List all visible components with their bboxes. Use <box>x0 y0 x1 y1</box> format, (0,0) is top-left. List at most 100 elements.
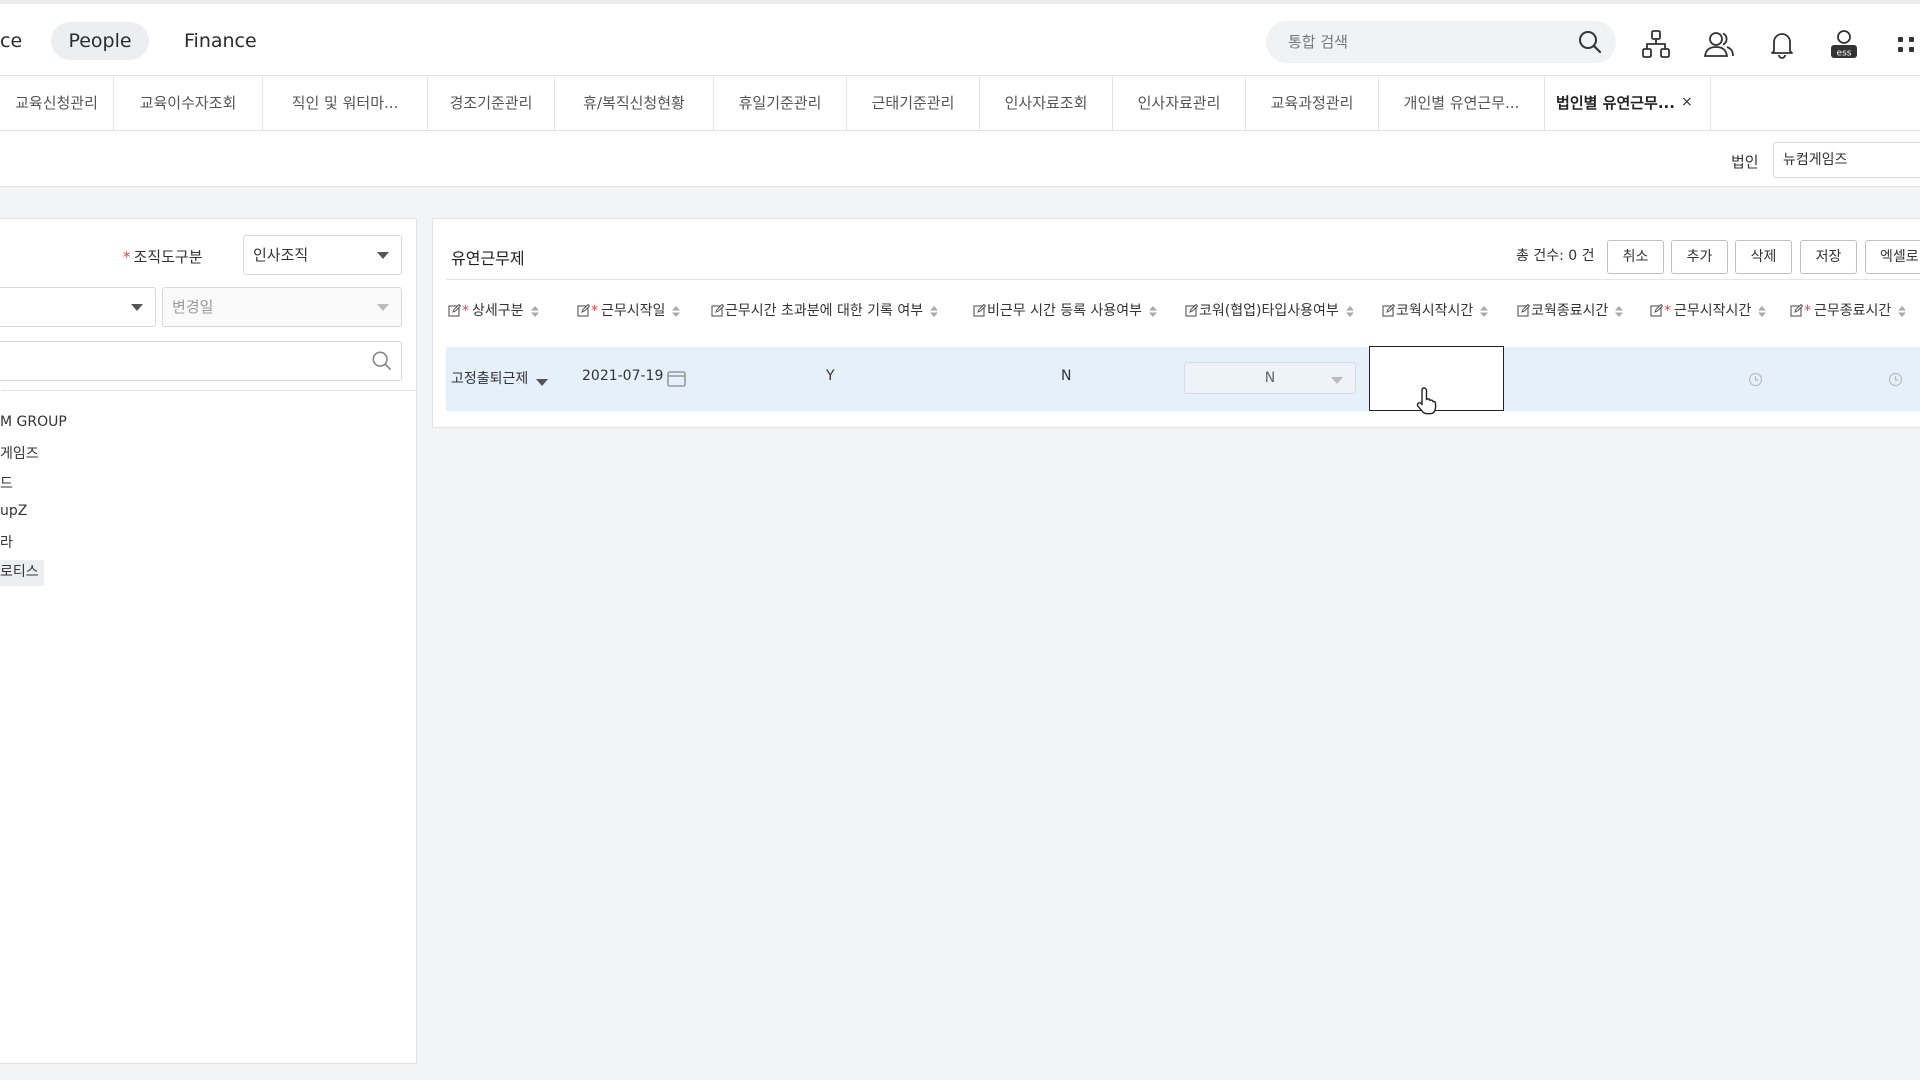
edit-icon <box>577 303 591 319</box>
column-label: 근무시간 초과분에 대한 기록 여부 <box>725 303 924 319</box>
start-date-cell[interactable]: 2021-07-19 <box>582 368 663 384</box>
tab-course-manage[interactable]: 교육과정관리 <box>1246 76 1379 131</box>
sort-icon[interactable] <box>923 303 939 319</box>
org-type-label: * 조직도구분 <box>123 248 203 266</box>
col-work-end[interactable]: * 근무종료시간 <box>1790 300 1907 320</box>
search-icon[interactable] <box>1578 30 1602 54</box>
col-cowork-type[interactable]: 코워(협업)타입사용여부 <box>1185 300 1355 320</box>
column-label: 근무종료시간 <box>1814 303 1892 319</box>
global-search[interactable] <box>1266 21 1616 63</box>
calendar-icon[interactable] <box>667 370 686 387</box>
column-label: 코웍종료시간 <box>1531 303 1609 319</box>
tab-hr-manage[interactable]: 인사자료관리 <box>1113 76 1246 131</box>
ess-label: ess <box>1837 49 1852 59</box>
tab-hr-inquiry[interactable]: 인사자료조회 <box>980 76 1113 131</box>
col-nonwork-register[interactable]: 비근무 시간 등록 사용여부 <box>973 300 1158 320</box>
column-label: 근무시작시간 <box>1674 303 1752 319</box>
chevron-down-icon <box>131 304 143 311</box>
clock-icon[interactable] <box>1888 372 1903 387</box>
tree-filter-select[interactable] <box>0 287 156 327</box>
edit-icon <box>973 303 987 319</box>
clock-icon[interactable] <box>1748 372 1763 387</box>
ess-profile-icon[interactable]: ess <box>1828 28 1860 60</box>
apps-grid-icon[interactable] <box>1896 28 1920 60</box>
sort-icon[interactable] <box>1339 303 1355 319</box>
users-icon[interactable] <box>1703 28 1735 60</box>
nav-item-people[interactable]: People <box>51 22 149 60</box>
column-label: 비근무 시간 등록 사용여부 <box>987 303 1143 319</box>
tree-search-input[interactable] <box>0 341 402 381</box>
sort-icon[interactable] <box>1751 303 1767 319</box>
tree-node-selected[interactable]: 로티스 <box>0 560 44 586</box>
sort-icon[interactable] <box>1473 303 1489 319</box>
tab-edu-request[interactable]: 교육신청관리 <box>0 76 114 131</box>
sort-icon[interactable] <box>1142 303 1158 319</box>
org-type-value: 인사조직 <box>253 246 309 264</box>
column-label: 코웍시작시간 <box>1396 303 1474 319</box>
search-icon[interactable] <box>371 350 393 372</box>
cowork-type-select[interactable]: N <box>1184 362 1356 394</box>
cancel-button[interactable]: 취소 <box>1607 240 1664 274</box>
tree-node[interactable]: 드 <box>0 473 13 493</box>
column-label: 근무시작일 <box>601 303 666 319</box>
corp-select[interactable]: 뉴컴게임즈 <box>1773 142 1920 178</box>
nav-item-ce[interactable]: ce <box>0 22 22 60</box>
tab-personal-flex[interactable]: 개인별 유연근무... <box>1379 76 1545 131</box>
col-overtime-record[interactable]: 근무시간 초과분에 대한 기록 여부 <box>711 300 939 320</box>
sort-icon[interactable] <box>1608 303 1624 319</box>
bell-icon[interactable] <box>1766 28 1798 60</box>
col-detail-type[interactable]: * 상세구분 <box>448 300 540 320</box>
tree-node[interactable]: 게임즈 <box>0 443 39 463</box>
org-chart-icon[interactable] <box>1640 28 1672 60</box>
required-mark: * <box>1804 303 1811 319</box>
tree-node[interactable]: M GROUP <box>0 414 67 430</box>
sort-icon[interactable] <box>1891 303 1907 319</box>
tab-edu-completion[interactable]: 교육이수자조회 <box>114 76 263 131</box>
edit-icon <box>1790 303 1804 319</box>
search-input[interactable] <box>1286 21 1566 63</box>
tab-attendance[interactable]: 근태기준관리 <box>847 76 980 131</box>
tree-node[interactable]: 라 <box>0 532 13 552</box>
total-count: 총 건수: 0 건 <box>1516 248 1595 264</box>
chevron-down-icon[interactable] <box>536 379 548 386</box>
overtime-record-cell[interactable]: Y <box>826 368 835 384</box>
nav-item-finance[interactable]: Finance <box>184 22 257 60</box>
excel-button[interactable]: 엑셀로 <box>1865 240 1920 274</box>
tree-node[interactable]: upZ <box>0 503 27 519</box>
org-type-select[interactable]: 인사조직 <box>243 235 402 275</box>
tab-holiday[interactable]: 휴일기준관리 <box>714 76 847 131</box>
required-mark: * <box>462 303 469 319</box>
required-mark: * <box>1664 303 1671 319</box>
top-navbar: ce People Finance ess <box>0 0 1920 76</box>
cowork-type-value: N <box>1264 370 1276 386</box>
detail-type-cell[interactable]: 고정출퇴근제 <box>451 368 528 388</box>
corp-label: 법인 <box>1731 153 1759 171</box>
col-cowork-start[interactable]: 코웍시작시간 <box>1382 300 1489 320</box>
edit-icon <box>1382 303 1396 319</box>
tab-close-icon[interactable]: × <box>1681 94 1693 110</box>
filter-bar: 법인 뉴컴게임즈 <box>0 131 1920 187</box>
tab-seal-watermark[interactable]: 직인 및 워터마... <box>263 76 428 131</box>
col-work-start[interactable]: * 근무시작시간 <box>1650 300 1767 320</box>
sort-icon[interactable] <box>524 303 540 319</box>
chevron-down-icon <box>1331 377 1343 384</box>
column-label: 코워(협업)타입사용여부 <box>1199 303 1339 319</box>
save-button[interactable]: 저장 <box>1800 240 1857 274</box>
add-button[interactable]: 추가 <box>1671 240 1728 274</box>
panel-title: 유연근무제 <box>451 249 525 268</box>
nonwork-register-cell[interactable]: N <box>1061 368 1071 384</box>
edit-icon <box>1650 303 1664 319</box>
delete-button[interactable]: 삭제 <box>1735 240 1792 274</box>
col-start-date[interactable]: * 근무시작일 <box>577 300 681 320</box>
change-date-select[interactable]: 변경일 <box>162 287 402 327</box>
hand-cursor-icon <box>1416 387 1437 415</box>
tab-condolence[interactable]: 경조기준관리 <box>428 76 555 131</box>
edit-icon <box>1185 303 1199 319</box>
divider <box>1 390 416 391</box>
open-tabs-bar: 교육신청관리 교육이수자조회 직인 및 워터마... 경조기준관리 휴/복직신청… <box>0 76 1920 131</box>
col-cowork-end[interactable]: 코웍종료시간 <box>1517 300 1624 320</box>
sort-icon[interactable] <box>665 303 681 319</box>
column-label: 상세구분 <box>472 303 524 319</box>
tab-leave-status[interactable]: 휴/복직신청현황 <box>555 76 714 131</box>
required-mark: * <box>591 303 598 319</box>
